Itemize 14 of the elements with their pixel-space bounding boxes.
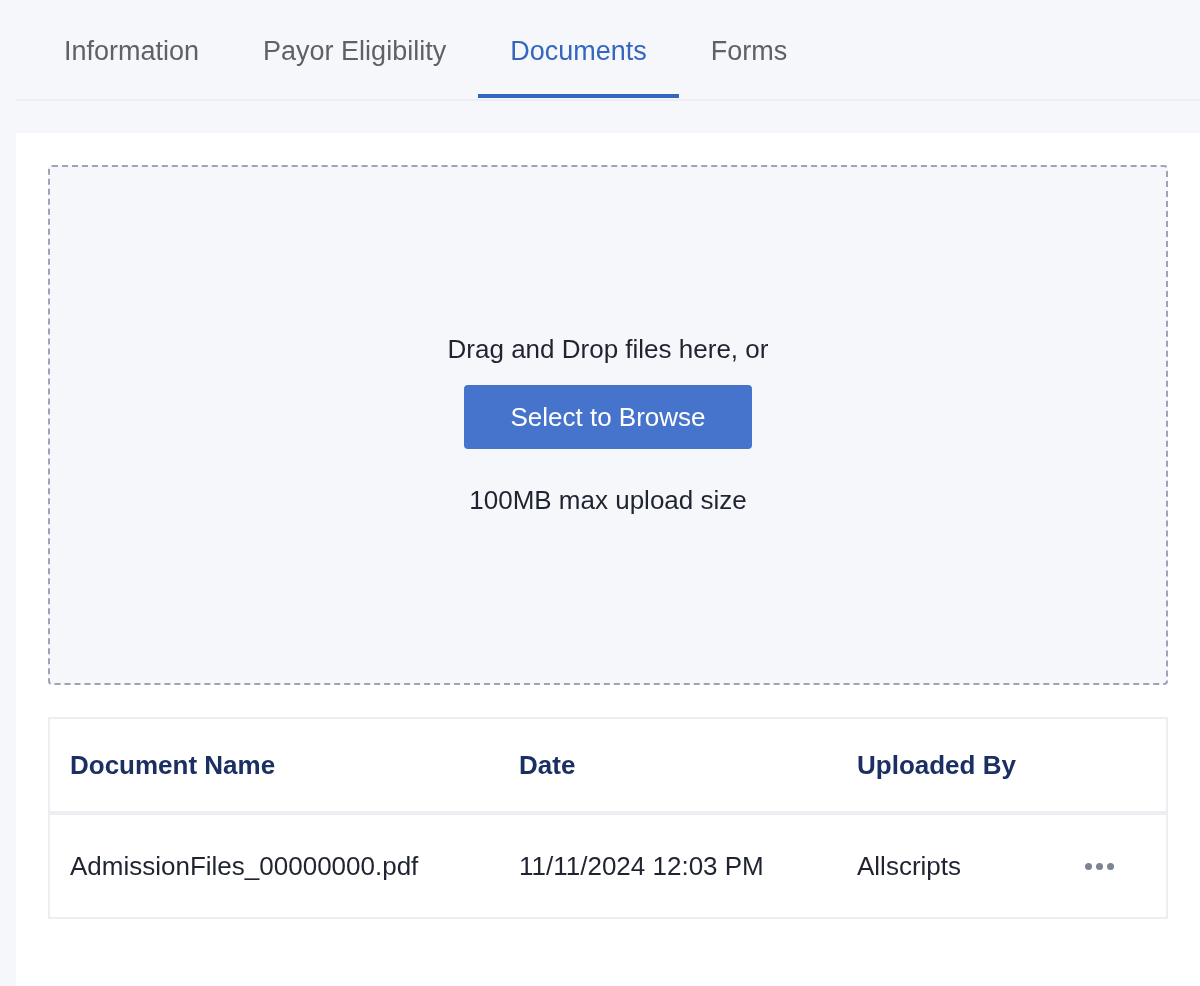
tab[interactable]: Payor Eligibility bbox=[231, 0, 479, 98]
column-header: Uploaded By bbox=[857, 748, 1017, 782]
column-header: Date bbox=[519, 748, 577, 782]
tab[interactable]: Forms bbox=[678, 0, 820, 98]
tab[interactable]: Information bbox=[32, 0, 232, 98]
tab[interactable]: Documents bbox=[478, 0, 679, 98]
upload-limit: 100MB max upload size bbox=[469, 484, 747, 517]
table-cell-text: 11/11/2024 12:03 PM bbox=[519, 849, 765, 883]
table-cell-text: Allscripts bbox=[857, 849, 962, 883]
column-header: Document Name bbox=[70, 748, 277, 782]
browse-button[interactable]: Select to Browse bbox=[464, 385, 752, 449]
drop-prompt: Drag and Drop files here, or bbox=[447, 333, 769, 366]
table-cell-text: AdmissionFiles_00000000.pdf bbox=[70, 849, 420, 883]
more-options-icon[interactable] bbox=[1085, 862, 1114, 870]
